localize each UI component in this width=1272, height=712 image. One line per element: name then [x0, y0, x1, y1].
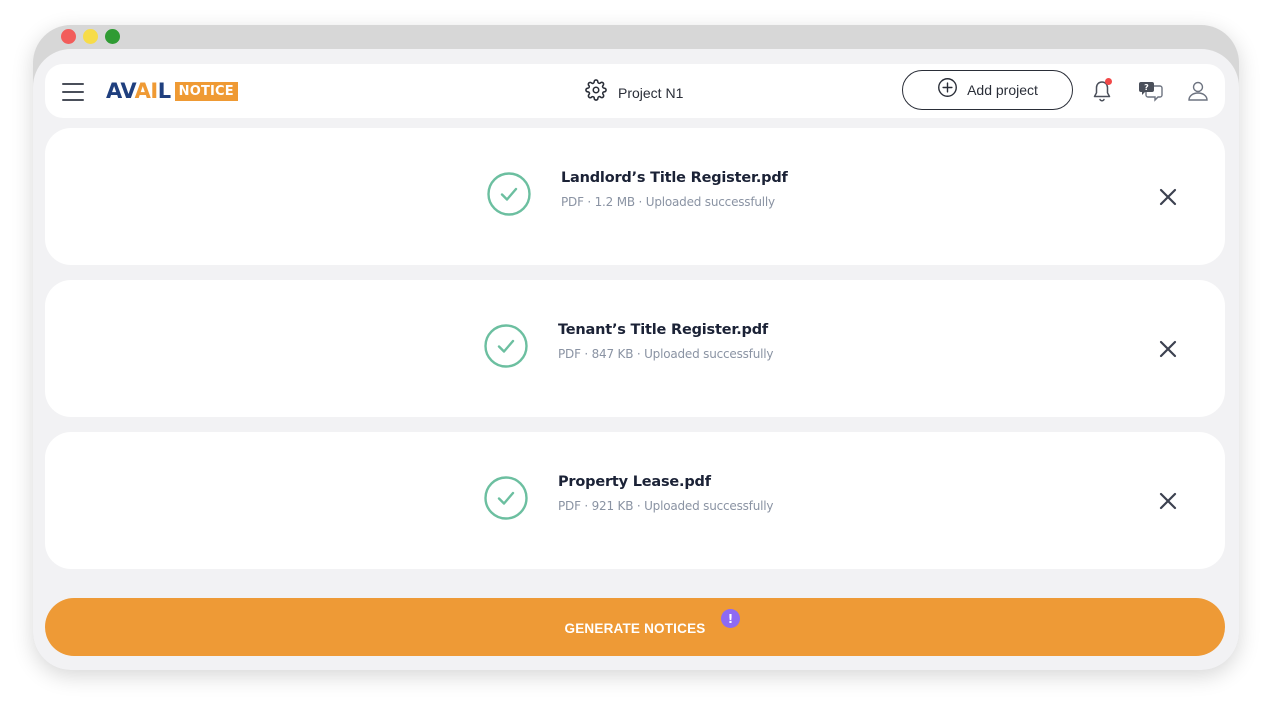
project-name: Project N1	[618, 84, 684, 101]
window-controls	[61, 29, 120, 44]
project-selector[interactable]: Project N1	[585, 79, 683, 106]
check-circle-icon	[486, 171, 532, 222]
add-project-label: Add project	[967, 82, 1038, 98]
notification-dot	[1105, 78, 1112, 85]
file-card: Property Lease.pdf PDF · 921 KB · Upload…	[45, 432, 1225, 569]
svg-text:?: ?	[1144, 83, 1149, 92]
close-icon[interactable]	[1158, 339, 1178, 359]
warning-badge: !	[721, 609, 740, 628]
file-meta: PDF · 847 KB · Uploaded successfully	[558, 347, 774, 361]
generate-notices-label: GENERATE NOTICES	[564, 620, 706, 636]
user-icon[interactable]	[1187, 80, 1209, 107]
plus-circle-icon	[937, 77, 958, 103]
logo-accent: AI	[134, 79, 159, 103]
close-window-button[interactable]	[61, 29, 76, 44]
file-name: Property Lease.pdf	[558, 474, 711, 490]
minimize-window-button[interactable]	[83, 29, 98, 44]
file-name: Landlord’s Title Register.pdf	[561, 170, 788, 186]
file-info: Tenant’s Title Register.pdf PDF · 847 KB…	[558, 322, 773, 361]
app-window: AVAIL NOTICE Project N1 Add project ? La…	[33, 25, 1239, 670]
close-icon[interactable]	[1158, 491, 1178, 511]
chat-question-icon[interactable]: ?	[1138, 80, 1164, 107]
logo: AVAIL NOTICE	[106, 80, 238, 102]
check-circle-icon	[483, 323, 529, 374]
file-info: Landlord’s Title Register.pdf PDF · 1.2 …	[561, 170, 788, 209]
file-card: Tenant’s Title Register.pdf PDF · 847 KB…	[45, 280, 1225, 417]
hamburger-menu-icon[interactable]	[62, 81, 84, 102]
bell-icon[interactable]	[1091, 78, 1113, 108]
file-meta: PDF · 921 KB · Uploaded successfully	[558, 499, 774, 513]
generate-notices-button[interactable]: GENERATE NOTICES !	[45, 598, 1225, 656]
file-card: Landlord’s Title Register.pdf PDF · 1.2 …	[45, 128, 1225, 265]
logo-tag: NOTICE	[174, 81, 238, 101]
file-meta: PDF · 1.2 MB · Uploaded successfully	[561, 195, 775, 209]
add-project-button[interactable]: Add project	[902, 70, 1073, 110]
top-bar: AVAIL NOTICE Project N1 Add project ?	[45, 64, 1225, 118]
gear-icon	[585, 79, 607, 106]
file-name: Tenant’s Title Register.pdf	[558, 322, 768, 338]
check-circle-icon	[483, 475, 529, 526]
close-icon[interactable]	[1158, 187, 1178, 207]
file-info: Property Lease.pdf PDF · 921 KB · Upload…	[558, 474, 773, 513]
app-content: AVAIL NOTICE Project N1 Add project ? La…	[33, 49, 1239, 670]
maximize-window-button[interactable]	[105, 29, 120, 44]
logo-main: AVAIL	[106, 79, 171, 103]
